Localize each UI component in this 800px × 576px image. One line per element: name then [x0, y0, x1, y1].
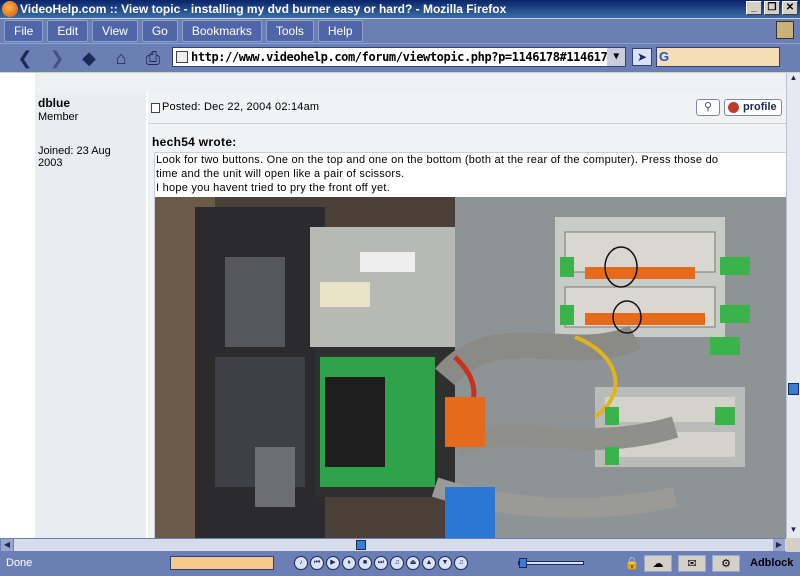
music-icon[interactable]: ♪ [294, 556, 308, 570]
magnifier-icon: ⚲ [703, 101, 713, 113]
menu-tools[interactable]: Tools [265, 20, 314, 42]
quote-author: hech54 wrote: [152, 135, 237, 149]
author-joined: Joined: 23 Aug 2003 [38, 145, 111, 169]
menu-help[interactable]: Help [317, 20, 363, 42]
chevron-down-icon[interactable]: ▼ [607, 48, 625, 66]
window-titlebar: VideoHelp.com :: View topic - installing… [0, 0, 800, 18]
volume-slider[interactable] [518, 558, 584, 568]
url-text: http://www.videohelp.com/forum/viewtopic… [191, 50, 615, 64]
forward-icon[interactable]: ❯ [44, 46, 70, 70]
progress-bar [170, 556, 274, 570]
vertical-scrollbar[interactable]: ▲ ▼ [786, 73, 800, 538]
scroll-down-icon[interactable]: ▼ [787, 525, 800, 537]
menu-view[interactable]: View [92, 20, 138, 42]
next-icon[interactable]: ⏭ [374, 556, 388, 570]
post-separator-strip [35, 73, 786, 93]
back-icon[interactable]: ❮ [12, 46, 38, 70]
menu-bookmarks[interactable]: Bookmarks [181, 20, 262, 42]
divider [148, 123, 786, 124]
profile-label: profile [743, 101, 777, 113]
extension-icon[interactable]: ✉ [678, 555, 706, 572]
scroll-right-icon[interactable]: ▶ [773, 539, 785, 551]
quote-line: I hope you havent tried to pry the front… [156, 182, 391, 194]
status-text: Done [6, 557, 33, 569]
stop-icon[interactable]: ■ [358, 556, 372, 570]
previous-icon[interactable]: ⏮ [310, 556, 324, 570]
menu-file[interactable]: File [4, 20, 44, 42]
author-rank: Member [38, 111, 79, 123]
home-icon[interactable]: ⌂ [108, 46, 134, 70]
computer-interior-photo [155, 197, 786, 538]
quote-line: time and the unit will open like a pair … [156, 168, 405, 180]
up-icon[interactable]: ▲ [422, 556, 436, 570]
scrollbar-thumb[interactable] [788, 383, 799, 395]
pause-icon[interactable]: ⏸ [342, 556, 356, 570]
maximize-button[interactable]: ❐ [764, 1, 780, 15]
extension-icon[interactable]: ☁ [644, 555, 672, 572]
scroll-left-icon[interactable]: ◀ [1, 539, 13, 551]
media-controls: ♪ ⏮ ▶ ⏸ ■ ⏭ ♫ ⏏ ▲ ▼ ♫ [294, 556, 468, 570]
window-controls: _ ❐ ✕ [746, 1, 798, 15]
profile-button[interactable]: profile [724, 99, 782, 116]
search-input[interactable]: G [656, 47, 780, 67]
page-content: dblue Member Joined: 23 Aug 2003 Posted:… [0, 73, 786, 538]
scrollbar-thumb[interactable] [356, 540, 366, 550]
print-icon[interactable]: ⎙ [140, 46, 166, 70]
gear-icon[interactable]: ⚙ [712, 555, 740, 572]
post-date: Posted: Dec 22, 2004 02:14am [162, 101, 320, 113]
eject-icon[interactable]: ⏏ [406, 556, 420, 570]
photo-drawing [155, 197, 786, 538]
lock-icon: 🔒 [624, 556, 640, 570]
minimize-button[interactable]: _ [746, 1, 762, 15]
menu-go[interactable]: Go [141, 20, 178, 42]
quote-line: Look for two buttons. One on the top and… [156, 154, 719, 166]
url-input[interactable]: http://www.videohelp.com/forum/viewtopic… [172, 47, 626, 67]
quote-block: Look for two buttons. One on the top and… [154, 152, 786, 538]
throbber-icon [776, 21, 794, 39]
play-icon[interactable]: ▶ [326, 556, 340, 570]
go-button[interactable]: ➤ [632, 48, 652, 66]
volume-icon[interactable]: ♫ [454, 556, 468, 570]
window-title: VideoHelp.com :: View topic - installing… [20, 2, 507, 16]
close-button[interactable]: ✕ [782, 1, 798, 15]
volume-knob[interactable] [519, 558, 527, 568]
post-body: Posted: Dec 22, 2004 02:14am ⚲ profile h… [148, 93, 786, 538]
horizontal-scrollbar[interactable]: ◀ ▶ [0, 538, 800, 552]
menu-bar: File Edit View Go Bookmarks Tools Help [0, 19, 800, 43]
author-panel: dblue Member Joined: 23 Aug 2003 [35, 93, 146, 538]
google-icon: G [659, 49, 670, 64]
post-header: Posted: Dec 22, 2004 02:14am ⚲ profile [148, 99, 786, 121]
scroll-up-icon[interactable]: ▲ [787, 73, 800, 85]
profile-icon [728, 102, 739, 113]
menu-edit[interactable]: Edit [47, 20, 89, 42]
page-margin [0, 73, 35, 538]
page-icon [176, 51, 188, 63]
resize-grip[interactable] [786, 538, 800, 552]
reload-icon[interactable]: ◆ [76, 46, 102, 70]
adblock-status[interactable]: Adblock [750, 557, 793, 569]
status-bar: Done ♪ ⏮ ▶ ⏸ ■ ⏭ ♫ ⏏ ▲ ▼ ♫ 🔒 ☁ ✉ ⚙ Adblo… [0, 552, 800, 576]
quote-button[interactable]: ⚲ [696, 99, 720, 116]
post-icon [151, 103, 160, 113]
down-icon[interactable]: ▼ [438, 556, 452, 570]
firefox-icon [2, 1, 18, 17]
scrollbar-track[interactable] [14, 539, 786, 551]
author-name[interactable]: dblue [38, 96, 70, 110]
playlist-icon[interactable]: ♫ [390, 556, 404, 570]
